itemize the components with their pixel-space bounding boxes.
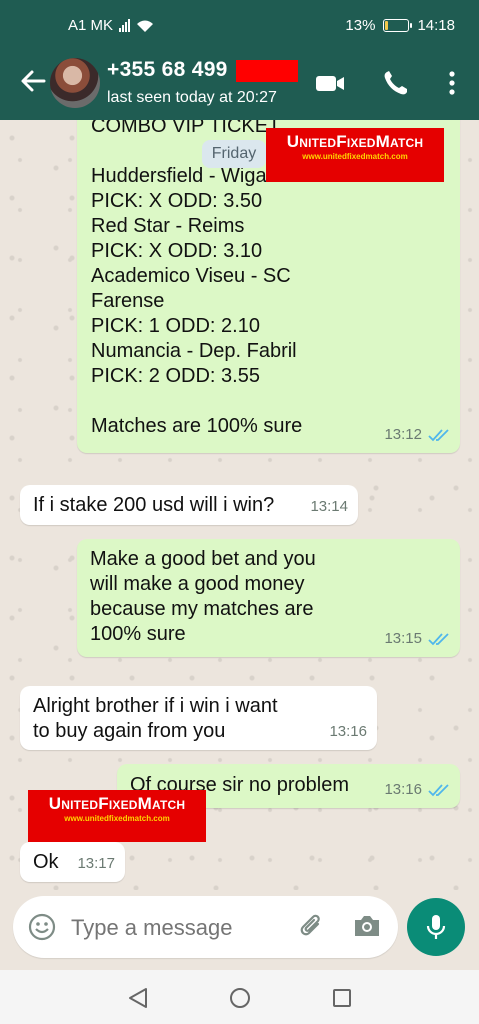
carrier-label: A1 MK bbox=[68, 17, 114, 34]
redaction-bar bbox=[236, 60, 298, 82]
message-line: to buy again from you bbox=[33, 720, 226, 742]
message-incoming[interactable]: If i stake 200 usd will i win? 13:14 bbox=[20, 485, 358, 525]
message-line: Red Star - Reims bbox=[91, 215, 245, 237]
message-time: 13:17 bbox=[77, 855, 115, 872]
battery-percent: 13% bbox=[345, 17, 376, 34]
avatar[interactable] bbox=[50, 58, 100, 108]
message-outgoing[interactable]: Make a good bet and you will make a good… bbox=[77, 539, 460, 657]
watermark-url: www.unitedfixedmatch.com bbox=[64, 814, 170, 823]
date-chip: Friday bbox=[202, 140, 266, 168]
message-input[interactable] bbox=[71, 915, 271, 941]
mic-icon bbox=[426, 915, 446, 939]
message-line: will make a good money bbox=[90, 573, 305, 595]
watermark-logo: UnitedFixedMatch www.unitedfixedmatch.co… bbox=[28, 790, 206, 842]
wifi-icon bbox=[137, 20, 154, 32]
chat-header: +355 68 499 last seen today at 20:27 bbox=[0, 46, 479, 120]
camera-icon[interactable] bbox=[352, 912, 382, 940]
message-line: Alright brother if i win i want bbox=[33, 695, 278, 717]
watermark-logo: UnitedFixedMatch www.unitedfixedmatch.co… bbox=[266, 128, 444, 182]
message-time: 13:15 bbox=[384, 630, 422, 647]
message-line: PICK: 1 ODD: 2.10 bbox=[91, 315, 260, 337]
message-text: If i stake 200 usd will i win? bbox=[33, 494, 275, 516]
message-incoming[interactable]: Alright brother if i win i want to buy a… bbox=[20, 686, 377, 750]
phone-call-icon[interactable] bbox=[380, 68, 412, 98]
battery-icon bbox=[383, 19, 413, 32]
message-line bbox=[91, 389, 431, 414]
nav-back-icon[interactable] bbox=[126, 986, 150, 1010]
message-composer bbox=[13, 896, 398, 958]
watermark-url: www.unitedfixedmatch.com bbox=[302, 152, 408, 161]
message-line: PICK: X ODD: 3.50 bbox=[91, 190, 263, 212]
message-incoming[interactable]: Ok 13:17 bbox=[20, 842, 125, 882]
message-line: because my matches are bbox=[90, 598, 314, 620]
status-bar: A1 MK 13% 14:18 bbox=[0, 0, 479, 46]
video-call-icon[interactable] bbox=[314, 68, 346, 98]
read-ticks-icon bbox=[428, 428, 449, 441]
message-line: Numancia - Dep. Fabril bbox=[91, 340, 297, 362]
attach-icon[interactable] bbox=[298, 912, 326, 942]
message-text: Ok bbox=[33, 851, 59, 873]
chat-area[interactable]: COMBO VIP TICKET Huddersfield - Wigan PI… bbox=[0, 120, 479, 890]
read-ticks-icon bbox=[428, 783, 449, 796]
last-seen: last seen today at 20:27 bbox=[107, 89, 277, 106]
back-arrow-icon[interactable] bbox=[18, 66, 48, 96]
nav-recents-icon[interactable] bbox=[330, 986, 354, 1010]
nav-home-icon[interactable] bbox=[228, 986, 252, 1010]
message-line: 100% sure bbox=[90, 623, 186, 645]
contact-name[interactable]: +355 68 499 bbox=[107, 58, 228, 82]
system-nav-bar bbox=[0, 970, 479, 1024]
message-line: Farense bbox=[91, 290, 165, 312]
message-line: Make a good bet and you bbox=[90, 548, 316, 570]
message-line: Matches are 100% sure bbox=[91, 415, 303, 437]
clock: 14:18 bbox=[417, 17, 455, 34]
message-line: Academico Viseu - SC bbox=[91, 265, 291, 287]
message-time: 13:16 bbox=[384, 781, 422, 798]
message-time: 13:16 bbox=[329, 723, 367, 740]
mic-button[interactable] bbox=[407, 898, 465, 956]
watermark-title: UnitedFixedMatch bbox=[286, 132, 424, 151]
message-line: PICK: X ODD: 3.10 bbox=[91, 240, 263, 262]
watermark-title: UnitedFixedMatch bbox=[48, 794, 186, 813]
more-options-icon[interactable] bbox=[436, 68, 468, 98]
message-line: PICK: 2 ODD: 3.55 bbox=[91, 365, 260, 387]
message-time: 13:14 bbox=[310, 498, 348, 515]
emoji-icon[interactable] bbox=[27, 912, 57, 942]
message-time: 13:12 bbox=[384, 426, 422, 443]
read-ticks-icon bbox=[428, 632, 449, 645]
signal-icon bbox=[119, 19, 131, 32]
